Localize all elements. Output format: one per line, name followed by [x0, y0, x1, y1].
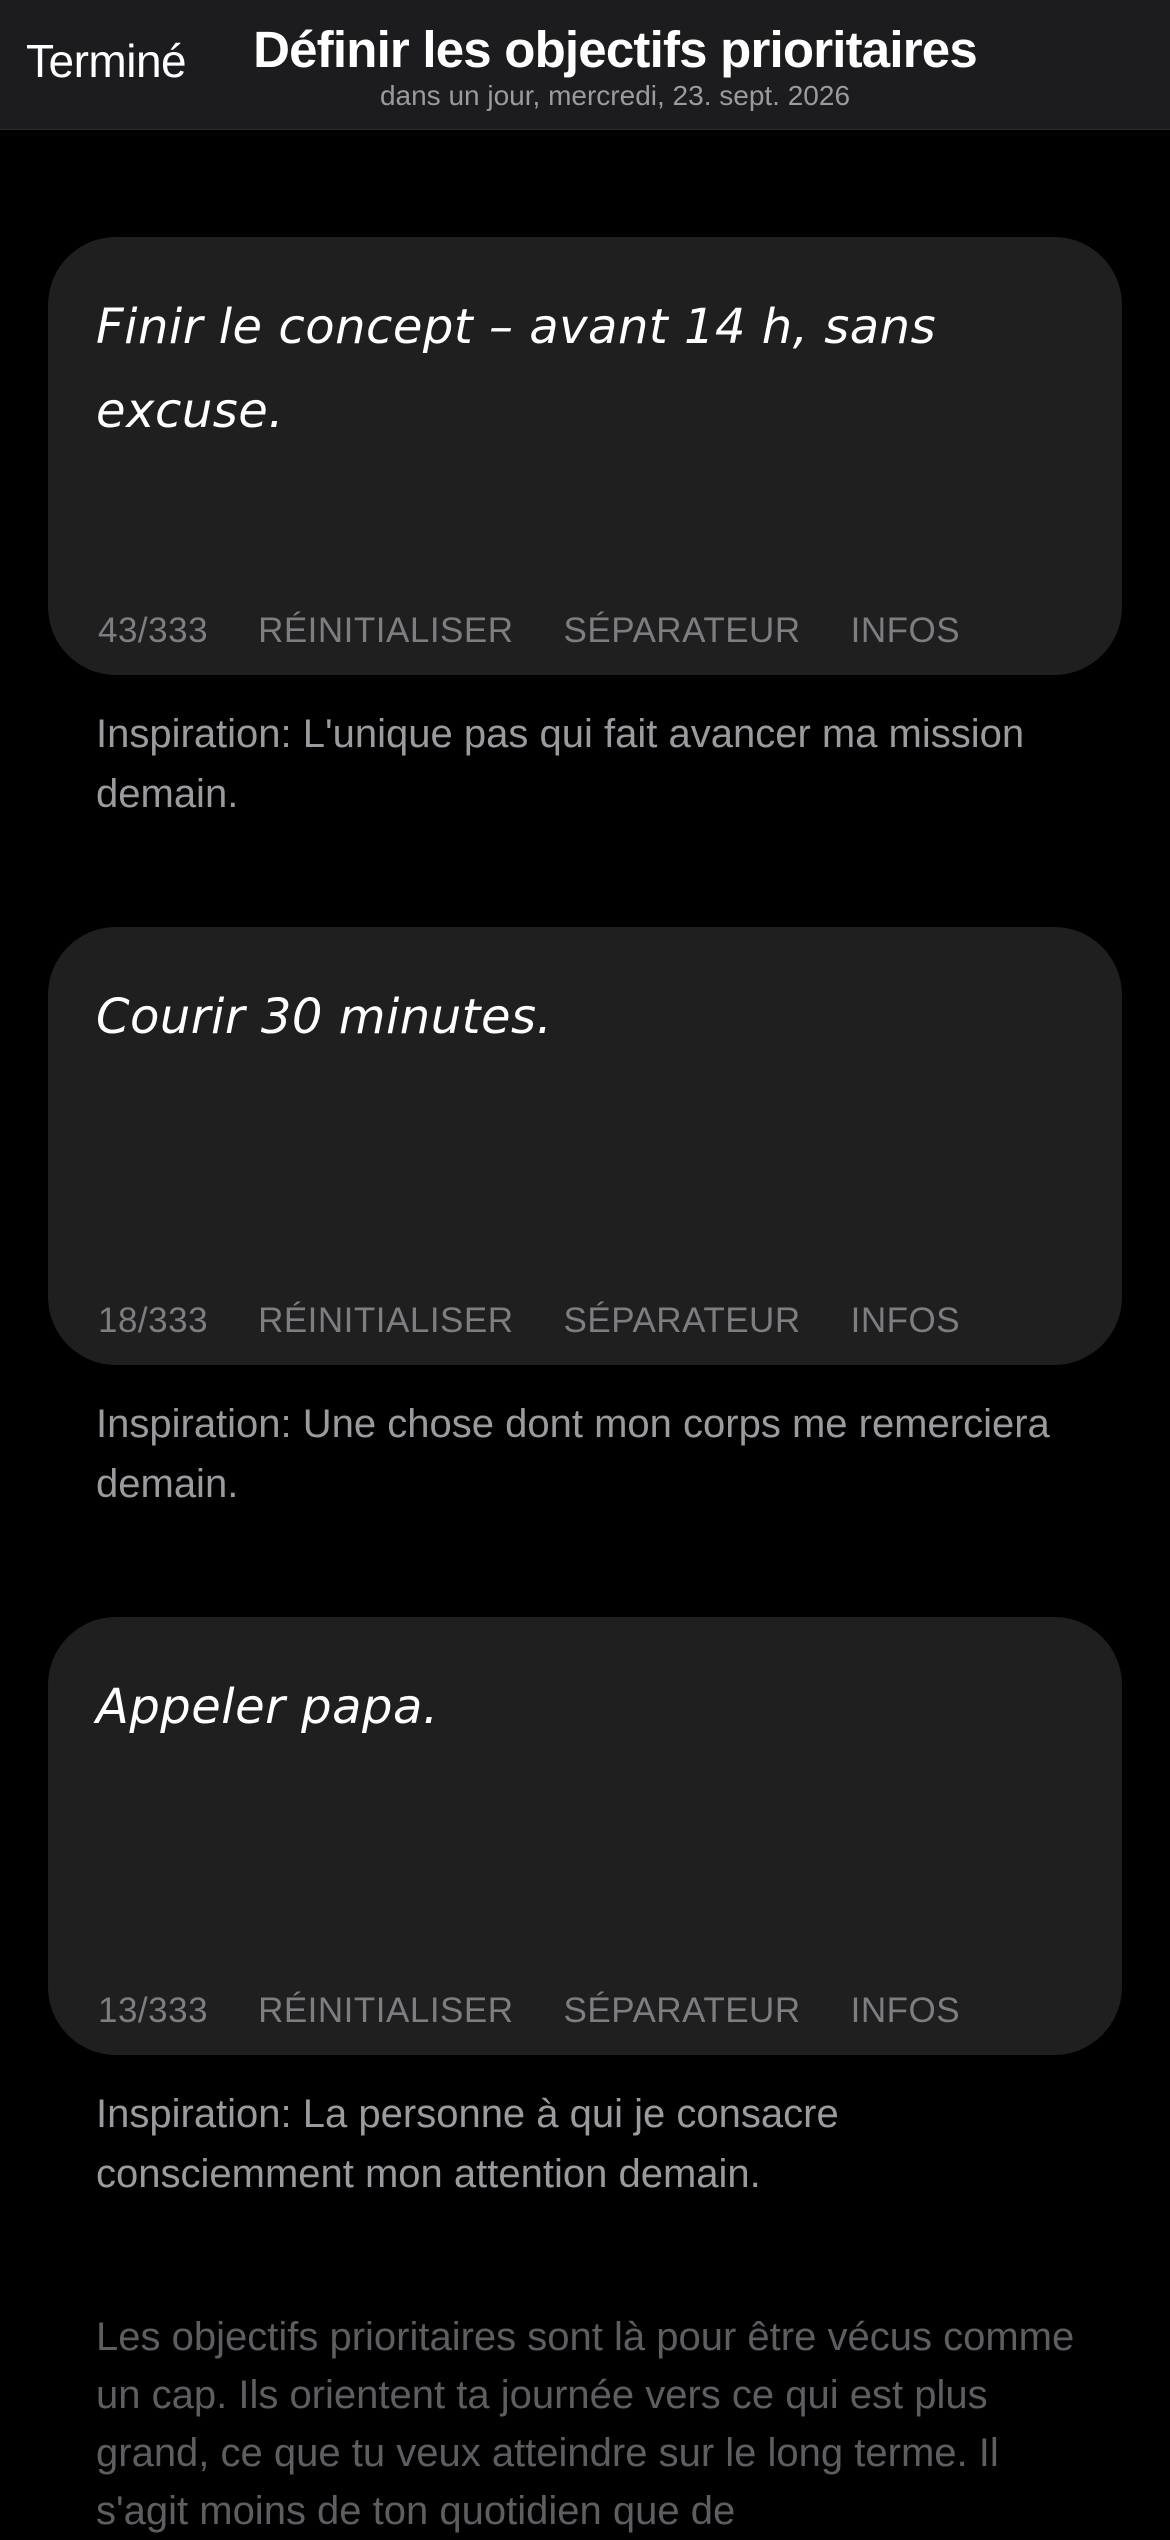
separator-button[interactable]: SÉPARATEUR — [564, 611, 801, 651]
page-title: Définir les objectifs prioritaires — [253, 21, 978, 78]
goal-card-2[interactable]: Courir 30 minutes. 18/333 RÉINITIALISER … — [48, 927, 1122, 1365]
inspiration-hint: Inspiration: La personne à qui je consac… — [96, 2092, 839, 2196]
reset-button[interactable]: RÉINITIALISER — [258, 1301, 513, 1341]
info-button[interactable]: INFOS — [851, 1991, 960, 2031]
goal-card-1[interactable]: Finir le concept – avant 14 h, sans excu… — [48, 237, 1122, 675]
reset-button[interactable]: RÉINITIALISER — [258, 1991, 513, 2031]
explanation-text: Les objectifs prioritaires sont là pour … — [96, 2315, 1075, 2533]
goal-card-toolbar: 43/333 RÉINITIALISER SÉPARATEUR INFOS — [98, 611, 1010, 651]
info-button[interactable]: INFOS — [851, 1301, 960, 1341]
page-subtitle-date: dans un jour, mercredi, 23. sept. 2026 — [379, 80, 851, 111]
character-count: 13/333 — [98, 1991, 209, 2030]
inspiration-hint: Inspiration: Une chose dont mon corps me… — [96, 1402, 1050, 1506]
character-count: 43/333 — [98, 611, 209, 650]
separator-button[interactable]: SÉPARATEUR — [564, 1991, 801, 2031]
goal-text-input[interactable]: Courir 30 minutes. — [96, 975, 1056, 1059]
goal-card-toolbar: 13/333 RÉINITIALISER SÉPARATEUR INFOS — [98, 1991, 1010, 2031]
done-button[interactable]: Terminé — [26, 34, 187, 88]
separator-button[interactable]: SÉPARATEUR — [564, 1301, 801, 1341]
inspiration-hint: Inspiration: L'unique pas qui fait avanc… — [96, 712, 1025, 816]
character-count: 18/333 — [98, 1301, 209, 1340]
goal-text-input[interactable]: Appeler papa. — [96, 1665, 1056, 1749]
nav-bar: Terminé Définir les objectifs prioritair… — [0, 0, 1170, 130]
reset-button[interactable]: RÉINITIALISER — [258, 611, 513, 651]
goal-card-3[interactable]: Appeler papa. 13/333 RÉINITIALISER SÉPAR… — [48, 1617, 1122, 2055]
goal-text-input[interactable]: Finir le concept – avant 14 h, sans excu… — [96, 285, 1056, 453]
goal-card-toolbar: 18/333 RÉINITIALISER SÉPARATEUR INFOS — [98, 1301, 1010, 1341]
info-button[interactable]: INFOS — [851, 611, 960, 651]
